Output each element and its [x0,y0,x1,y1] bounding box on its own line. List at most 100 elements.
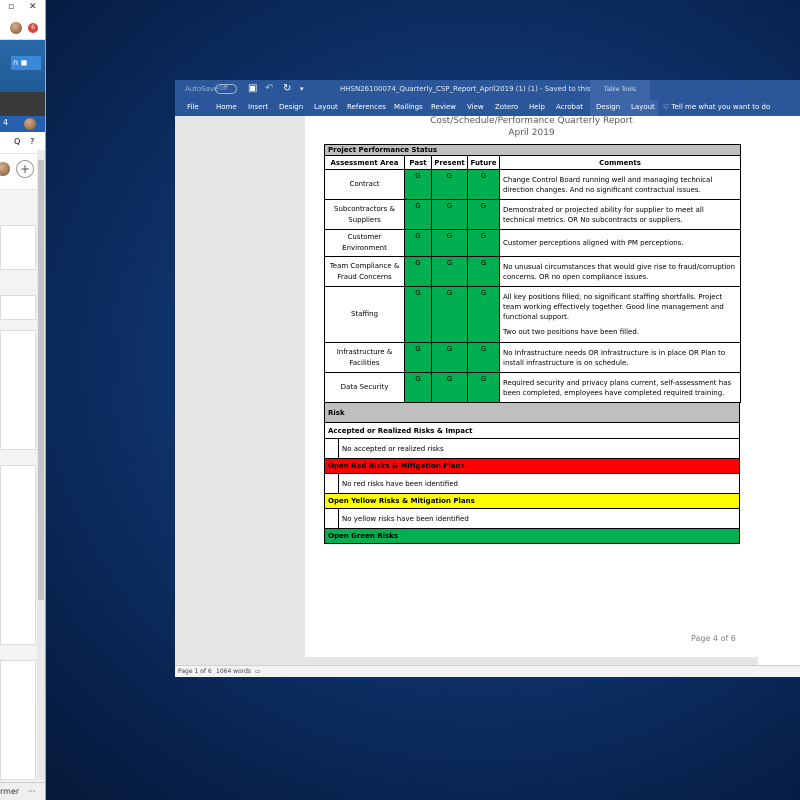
table-row[interactable]: No accepted or realized risks [324,438,740,459]
status-present[interactable]: G [431,199,468,230]
tab-file[interactable]: File [187,103,199,111]
status-present[interactable]: G [431,169,468,200]
bg-badge-count: 4 [3,118,9,127]
table-row[interactable]: No red risks have been identified [324,473,740,494]
avatar[interactable] [24,118,36,130]
yellow-risks-header: Open Yellow Risks & Mitigation Plans [324,493,740,509]
status-present[interactable]: G [431,229,468,257]
bg-panel [0,225,36,270]
more-icon[interactable]: ··· [28,787,36,796]
tab-home[interactable]: Home [216,103,237,111]
tell-me-search[interactable]: ♡ Tell me what you want to do [663,103,770,111]
assessment-area: Customer Environment [324,229,405,257]
status-future[interactable]: G [467,372,500,403]
word-titlebar: AutoSave Off ▣ ↶ ↻ ▾ HHSN26100074_Quarte… [175,80,800,100]
risk-table[interactable]: Risk Accepted or Realized Risks & Impact… [324,402,740,544]
comments-cell[interactable]: Required security and privacy plans curr… [498,372,742,403]
tab-acrobat[interactable]: Acrobat [556,103,583,111]
accepted-risks-text[interactable]: No accepted or realized risks [338,438,740,459]
status-future[interactable]: G [467,342,500,373]
tab-help[interactable]: Help [529,103,545,111]
help-icon[interactable]: ? [30,137,34,146]
scroll-thumb[interactable] [38,160,44,600]
close-icon[interactable]: ✕ [29,2,37,12]
assessment-area: Subcontractors & Suppliers [324,199,405,230]
avatar[interactable] [10,22,22,34]
status-future[interactable]: G [467,169,500,200]
status-future[interactable]: G [467,286,500,343]
comments-cell[interactable]: No Infrastructure needs OR Infrastructur… [498,342,742,373]
tab-view[interactable]: View [467,103,484,111]
status-past[interactable]: G [404,169,432,200]
status-present[interactable]: G [431,256,468,287]
yellow-risks-text[interactable]: No yellow risks have been identified [338,508,740,529]
bg-toolbar: 6 [0,16,45,40]
comments-cell[interactable]: All key positions filled; no significant… [498,286,742,343]
restore-icon[interactable]: ▫ [8,2,14,12]
notification-badge[interactable]: 6 [28,23,38,33]
page-count-status[interactable]: Page 1 of 6 [178,668,212,675]
table-row[interactable]: Customer Environment G G G Customer perc… [324,229,742,257]
table-row[interactable]: Subcontractors & Suppliers G G G Demonst… [324,199,742,230]
status-present[interactable]: G [431,372,468,403]
comments-cell[interactable]: Demonstrated or projected ability for su… [498,199,742,230]
side-panel [758,116,800,665]
table-row[interactable]: Contract G G G Change Control Board runn… [324,169,742,200]
bg-panel [0,660,36,780]
bg-bottom-text[interactable]: rmer [0,787,19,796]
tab-references[interactable]: References [347,103,386,111]
status-present[interactable]: G [431,286,468,343]
status-past[interactable]: G [404,372,432,403]
table-row[interactable]: Data Security G G G Required security an… [324,372,742,403]
table-row[interactable]: Team Compliance & Fraud Concerns G G G N… [324,256,742,287]
comments-cell[interactable]: Customer perceptions aligned with PM per… [498,229,742,257]
background-browser-window[interactable]: ▫ ✕ 6 n ◼ 4 Q ? + rmer ··· [0,0,46,800]
tab-design[interactable]: Design [279,103,303,111]
search-icon[interactable]: Q [14,137,20,146]
performance-table[interactable]: Project Performance Status Assessment Ar… [323,144,742,403]
status-past[interactable]: G [404,286,432,343]
tab-table-design[interactable]: Design [596,103,620,111]
tab-insert[interactable]: Insert [248,103,268,111]
autosave-toggle[interactable]: Off [215,84,237,94]
customize-qat-icon[interactable]: ▾ [300,85,304,93]
tab-layout[interactable]: Layout [314,103,338,111]
avatar[interactable] [0,162,10,176]
bg-blue-bar: 4 [0,116,45,132]
table-row[interactable]: No yellow risks have been identified [324,508,740,529]
bg-scrollbar[interactable] [37,150,45,780]
status-future[interactable]: G [467,199,500,230]
bg-panel [0,295,36,320]
table-row[interactable]: Infrastructure & Facilities G G G No Inf… [324,342,742,373]
table-row[interactable]: Staffing G G G All key positions filled;… [324,286,742,343]
red-risks-text[interactable]: No red risks have been identified [338,473,740,494]
tab-zotero[interactable]: Zotero [495,103,518,111]
status-past[interactable]: G [404,256,432,287]
red-risks-header: Open Red Risks & Mitigation Plans [324,458,740,474]
document-page[interactable]: Cost/Schedule/Performance Quarterly Repo… [305,116,758,657]
save-icon[interactable]: ▣ [248,83,257,94]
document-area[interactable]: Cost/Schedule/Performance Quarterly Repo… [175,116,800,665]
comments-cell[interactable]: No unusual circumstances that would give… [498,256,742,287]
undo-icon[interactable]: ↶ [265,83,273,94]
proofing-icon[interactable]: ▭ [255,668,261,675]
tab-review[interactable]: Review [431,103,456,111]
tab-mailings[interactable]: Mailings [394,103,423,111]
status-future[interactable]: G [467,229,500,257]
status-past[interactable]: G [404,229,432,257]
word-count-status[interactable]: 1064 words [216,668,251,675]
banner-button[interactable]: n ◼ [11,56,41,70]
document-title: HHSN26100074_Quarterly_CSP_Report_April2… [340,85,603,93]
add-button[interactable]: + [16,160,34,178]
comments-cell[interactable]: Change Control Board running well and ma… [498,169,742,200]
status-past[interactable]: G [404,199,432,230]
assessment-area: Team Compliance & Fraud Concerns [324,256,405,287]
status-future[interactable]: G [467,256,500,287]
word-window[interactable]: AutoSave Off ▣ ↶ ↻ ▾ HHSN26100074_Quarte… [175,80,800,677]
bg-panel [0,330,36,450]
redo-icon[interactable]: ↻ [283,83,291,94]
status-present[interactable]: G [431,342,468,373]
tab-table-layout[interactable]: Layout [631,103,655,111]
indent-cell [324,438,339,459]
status-past[interactable]: G [404,342,432,373]
